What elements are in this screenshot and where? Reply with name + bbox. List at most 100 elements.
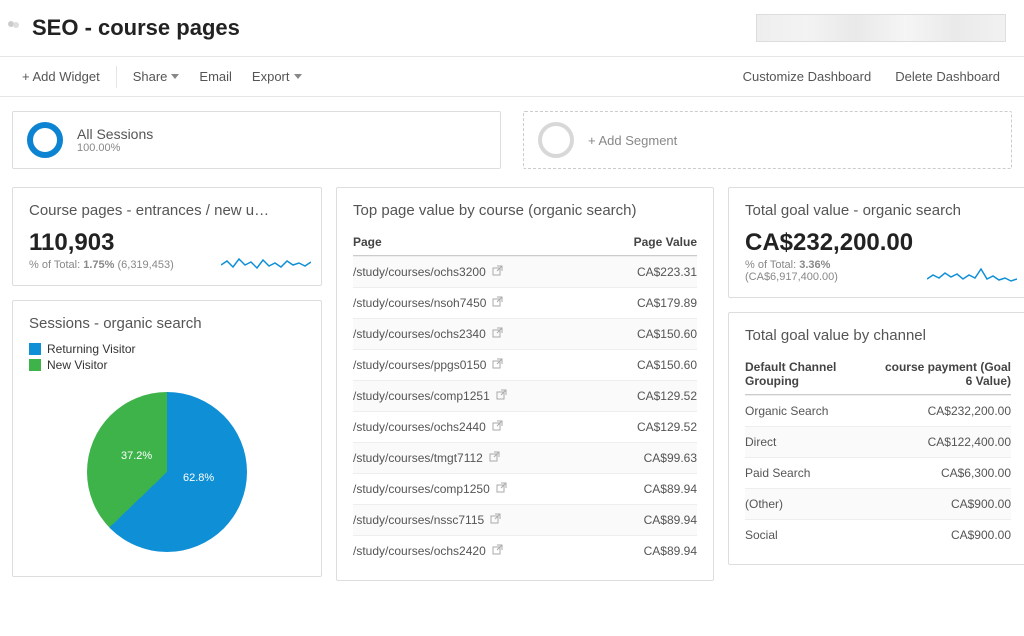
external-link-icon[interactable]	[492, 420, 503, 434]
table-row: Organic SearchCA$232,200.00	[745, 395, 1011, 426]
widget-title: Total goal value - organic search	[745, 202, 1011, 219]
col-header-value: course payment (Goal 6 Value)	[881, 360, 1011, 388]
external-link-icon[interactable]	[492, 358, 503, 372]
legend-label: New Visitor	[47, 358, 107, 372]
table-body: /study/courses/ochs3200 CA$223.31/study/c…	[353, 256, 697, 566]
table-row: (Other)CA$900.00	[745, 488, 1011, 519]
export-label: Export	[252, 69, 290, 84]
channel-value: CA$122,400.00	[881, 435, 1011, 449]
table-row: SocialCA$900.00	[745, 519, 1011, 550]
widget-title: Top page value by course (organic search…	[353, 202, 697, 219]
table-row: /study/courses/nssc7115CA$89.94	[353, 504, 697, 535]
widget-title: Sessions - organic search	[29, 315, 305, 332]
pie-legend: Returning Visitor New Visitor	[29, 342, 305, 372]
page-link[interactable]: /study/courses/ochs2440	[353, 420, 486, 434]
widget-goal-value: Total goal value - organic search CA$232…	[728, 187, 1024, 298]
table-row: /study/courses/nsoh7450 CA$179.89	[353, 287, 697, 318]
col-header-value: Page Value	[597, 235, 697, 249]
widget-channel: Total goal value by channel Default Chan…	[728, 312, 1024, 565]
dashboard-grid: Course pages - entrances / new u… 110,90…	[0, 187, 1024, 601]
external-link-icon[interactable]	[489, 451, 500, 465]
widget-title: Course pages - entrances / new u…	[29, 202, 305, 219]
page-link[interactable]: /study/courses/nssc7115	[353, 513, 484, 527]
table-row: Paid SearchCA$6,300.00	[745, 457, 1011, 488]
add-segment-label: + Add Segment	[588, 133, 677, 148]
share-label: Share	[133, 69, 168, 84]
page-link[interactable]: /study/courses/comp1250	[353, 482, 490, 496]
channel-name: (Other)	[745, 497, 881, 511]
page-link[interactable]: /study/courses/nsoh7450	[353, 296, 486, 310]
table-row: /study/courses/tmgt7112 CA$99.63	[353, 442, 697, 473]
table-row: DirectCA$122,400.00	[745, 426, 1011, 457]
col-header-channel: Default Channel Grouping	[745, 360, 881, 388]
add-widget-button[interactable]: + Add Widget	[12, 65, 110, 88]
widget-title: Total goal value by channel	[745, 327, 1011, 344]
external-link-icon[interactable]	[490, 513, 501, 527]
col-header-page: Page	[353, 235, 597, 249]
channel-name: Social	[745, 528, 881, 542]
table-body: Organic SearchCA$232,200.00DirectCA$122,…	[745, 395, 1011, 550]
chevron-down-icon	[171, 74, 179, 79]
table-header: Default Channel Grouping course payment …	[745, 354, 1011, 395]
page-link[interactable]: /study/courses/ochs2420	[353, 544, 486, 558]
chevron-down-icon	[294, 74, 302, 79]
page-link[interactable]: /study/courses/ppgs0150	[353, 358, 486, 372]
email-button[interactable]: Email	[189, 65, 242, 88]
table-row: /study/courses/comp1250 CA$89.94	[353, 473, 697, 504]
channel-name: Direct	[745, 435, 881, 449]
channel-name: Paid Search	[745, 466, 881, 480]
widget-top-pages: Top page value by course (organic search…	[336, 187, 714, 581]
account-selector[interactable]	[756, 14, 1006, 42]
segment-all-sessions[interactable]: All Sessions 100.00%	[12, 111, 501, 169]
widget-entrances: Course pages - entrances / new u… 110,90…	[12, 187, 322, 286]
segment-circle-icon	[27, 122, 63, 158]
page-value: CA$179.89	[597, 296, 697, 310]
page-title: SEO - course pages	[32, 15, 240, 41]
page-link[interactable]: /study/courses/comp1251	[353, 389, 490, 403]
page-link[interactable]: /study/courses/ochs2340	[353, 327, 486, 341]
legend-label: Returning Visitor	[47, 342, 136, 356]
page-value: CA$99.63	[597, 451, 697, 465]
table-row: /study/courses/ochs2340CA$150.60	[353, 318, 697, 349]
pie-slice-label-returning: 62.8%	[183, 472, 214, 484]
external-link-icon[interactable]	[496, 482, 507, 496]
segment-empty-circle-icon	[538, 122, 574, 158]
sparkline-icon	[221, 251, 311, 275]
pie-slice-label-new: 37.2%	[121, 450, 152, 462]
external-link-icon[interactable]	[492, 265, 503, 279]
toolbar: + Add Widget Share Email Export Customiz…	[0, 57, 1024, 97]
table-row: /study/courses/ochs2440 CA$129.52	[353, 411, 697, 442]
table-header: Page Page Value	[353, 229, 697, 256]
page-value: CA$89.94	[597, 482, 697, 496]
share-button[interactable]: Share	[123, 65, 190, 88]
channel-value: CA$232,200.00	[881, 404, 1011, 418]
external-link-icon[interactable]	[492, 296, 503, 310]
legend-swatch	[29, 343, 41, 355]
channel-value: CA$900.00	[881, 528, 1011, 542]
page-value: CA$129.52	[597, 389, 697, 403]
pie-chart: 62.8% 37.2%	[87, 392, 247, 552]
page-value: CA$129.52	[597, 420, 697, 434]
page-value: CA$89.94	[597, 544, 697, 558]
legend-item-returning: Returning Visitor	[29, 342, 305, 356]
external-link-icon[interactable]	[496, 389, 507, 403]
widget-sessions-pie: Sessions - organic search Returning Visi…	[12, 300, 322, 577]
delete-dashboard-button[interactable]: Delete Dashboard	[883, 65, 1012, 88]
channel-value: CA$900.00	[881, 497, 1011, 511]
segment-title: All Sessions	[77, 126, 153, 142]
export-button[interactable]: Export	[242, 65, 312, 88]
legend-item-new: New Visitor	[29, 358, 305, 372]
table-row: /study/courses/comp1251 CA$129.52	[353, 380, 697, 411]
page-header: SEO - course pages	[0, 0, 1024, 57]
legend-swatch	[29, 359, 41, 371]
add-segment-button[interactable]: + Add Segment	[523, 111, 1012, 169]
page-link[interactable]: /study/courses/tmgt7112	[353, 451, 483, 465]
page-link[interactable]: /study/courses/ochs3200	[353, 265, 486, 279]
page-value: CA$223.31	[597, 265, 697, 279]
external-link-icon[interactable]	[492, 544, 503, 558]
customize-dashboard-button[interactable]: Customize Dashboard	[731, 65, 884, 88]
segment-row: All Sessions 100.00% + Add Segment	[0, 97, 1024, 187]
page-value: CA$150.60	[597, 358, 697, 372]
segment-sub: 100.00%	[77, 142, 153, 154]
external-link-icon[interactable]	[492, 327, 503, 341]
